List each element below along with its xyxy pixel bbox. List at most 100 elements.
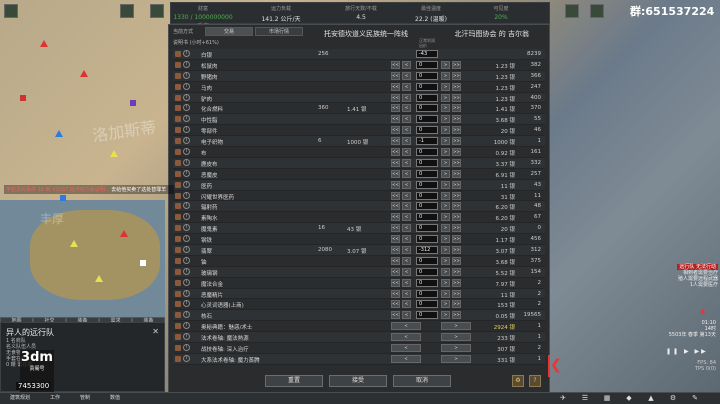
settlement-icon[interactable] [70,240,78,247]
trade-count-field[interactable]: 0 [416,224,438,233]
decrease-all-button[interactable]: << [391,158,400,167]
info-icon[interactable]: i [183,278,190,286]
trade-row[interactable]: i 核石 << < > >> 0 0.05 银 19565 [173,310,545,322]
trade-row[interactable]: i 白银 256 -43 8239 [173,49,545,60]
decrease-button[interactable]: < [402,148,411,157]
world-icon[interactable]: ✈ [556,394,570,403]
increase-all-button[interactable]: >> [452,191,461,200]
settlement-icon[interactable] [40,40,48,47]
trade-row[interactable]: i 化合燃料 360 1.41 银 << < > >> 0 1.41 银 370 [173,103,545,115]
trade-count-field[interactable]: 0 [416,202,438,211]
info-icon[interactable]: i [183,322,190,330]
info-icon[interactable]: i [183,60,190,68]
increase-all-button[interactable]: >> [452,224,461,233]
decrease-all-button[interactable]: << [391,104,400,113]
settlement-icon[interactable] [80,70,88,77]
increase-all-button[interactable]: >> [452,256,461,265]
trade-count-field[interactable]: 0 [416,71,438,80]
increase-button[interactable]: > [441,148,450,157]
increase-button[interactable]: > [441,158,450,167]
decrease-all-button[interactable]: << [391,267,400,276]
decrease-all-button[interactable]: << [391,148,400,157]
increase-all-button[interactable]: >> [452,148,461,157]
decrease-all-button[interactable]: << [391,137,400,146]
zone-icon[interactable]: ▦ [600,394,614,403]
trade-row[interactable]: i 大系法术卷轴: 魔力蒸腾 < >331 银 1 [173,353,545,365]
decrease-button[interactable]: < [402,235,411,244]
decrease-all-button[interactable]: << [391,202,400,211]
trade-row[interactable]: i 铀 << < > >> 0 3.68 银 375 [173,256,545,267]
trade-row[interactable]: i 玻璃钢 << < > >> 0 5.52 银 154 [173,266,545,278]
decrease-all-button[interactable]: << [391,256,400,265]
decrease-all-button[interactable]: << [391,93,400,102]
decrease-all-button[interactable]: << [391,82,400,91]
trade-row[interactable]: i 翡翠 2080 3.07 银 << < > >> -312 3.07 银 312 [173,245,545,256]
decrease-button[interactable]: < [402,126,411,135]
trade-row[interactable]: i 辐射药 << < > >> 0 6.20 银 48 [173,201,545,213]
buy-button[interactable]: > [441,354,471,363]
increase-button[interactable]: > [441,191,450,200]
increase-all-button[interactable]: >> [452,311,461,320]
info-icon[interactable]: i [183,289,190,297]
settlement-icon[interactable] [95,275,103,282]
increase-button[interactable]: > [441,246,450,255]
trade-row[interactable]: i 布 << < > >> 0 0.92 银 161 [173,147,545,158]
collapse-arrow-icon[interactable]: ❮ [548,355,562,377]
info-icon[interactable]: i [183,235,190,243]
trade-row[interactable]: i 马肉 << < > >> 0 1.23 银 247 [173,82,545,93]
increase-button[interactable]: > [441,278,450,287]
decrease-button[interactable]: < [402,256,411,265]
increase-button[interactable]: > [441,235,450,244]
increase-all-button[interactable]: >> [452,126,461,135]
info-icon[interactable]: i [183,354,190,362]
decrease-all-button[interactable]: << [391,115,400,124]
increase-all-button[interactable]: >> [452,246,461,255]
info-icon[interactable]: i [183,311,190,319]
trade-count-field[interactable]: 0 [416,60,438,69]
trade-count-field[interactable]: 0 [416,115,438,124]
info-icon[interactable]: i [183,202,190,210]
decrease-all-button[interactable]: << [391,311,400,320]
trade-row[interactable]: i 恶魔皮 << < > >> 0 6.91 银 257 [173,169,545,180]
trade-count-field[interactable]: 0 [416,235,438,244]
trade-count-field[interactable]: 0 [416,311,438,320]
trade-row[interactable]: i 奥秘典籍：魅惑/术士 < >2924 银 1 [173,321,545,333]
decrease-all-button[interactable]: << [391,224,400,233]
decrease-button[interactable]: < [402,82,411,91]
help-button[interactable]: ? [529,375,541,387]
trade-row[interactable]: i 魔鬼素 16 43 银 << < > >> 0 20 银0 [173,223,545,235]
trade-row[interactable]: i 松鼠肉 << < > >> 0 1.23 银 382 [173,60,545,71]
tab-stats[interactable]: 数值 [100,393,130,404]
decrease-button[interactable]: < [402,246,411,255]
decrease-button[interactable]: < [402,104,411,113]
info-icon[interactable]: i [183,93,190,101]
decrease-all-button[interactable]: << [391,213,400,222]
buy-button[interactable]: > [441,333,471,342]
decrease-button[interactable]: < [402,300,411,309]
faction-flag-icon[interactable] [120,4,134,18]
faction-base-icon[interactable] [20,95,26,101]
settlement-icon[interactable] [55,130,63,137]
decrease-all-button[interactable]: << [391,126,400,135]
increase-button[interactable]: > [441,267,450,276]
trade-count-field[interactable]: 0 [416,126,438,135]
info-icon[interactable]: i [183,267,190,275]
trade-count-field[interactable]: -43 [416,50,438,58]
sell-button[interactable]: < [391,354,421,363]
decrease-button[interactable]: < [402,191,411,200]
info-icon[interactable]: i [183,213,190,221]
increase-button[interactable]: > [441,300,450,309]
decrease-all-button[interactable]: << [391,71,400,80]
increase-all-button[interactable]: >> [452,278,461,287]
trade-count-field[interactable]: 0 [416,158,438,167]
decrease-all-button[interactable]: << [391,180,400,189]
info-icon[interactable]: i [183,169,190,177]
trade-item-list[interactable]: i 白银 256 -43 8239 i 松鼠肉 << < > >> 0 1.23 银 382 i 野猪肉 << <… [173,49,545,365]
trade-count-field[interactable]: 0 [416,148,438,157]
settlement-icon[interactable] [120,230,128,237]
trade-row[interactable]: i 钢铁 << < > >> 0 1.17 银 456 [173,234,545,246]
settlement-icon[interactable] [110,150,118,157]
sell-button[interactable]: < [391,333,421,342]
decrease-button[interactable]: < [402,278,411,287]
decrease-button[interactable]: < [402,213,411,222]
